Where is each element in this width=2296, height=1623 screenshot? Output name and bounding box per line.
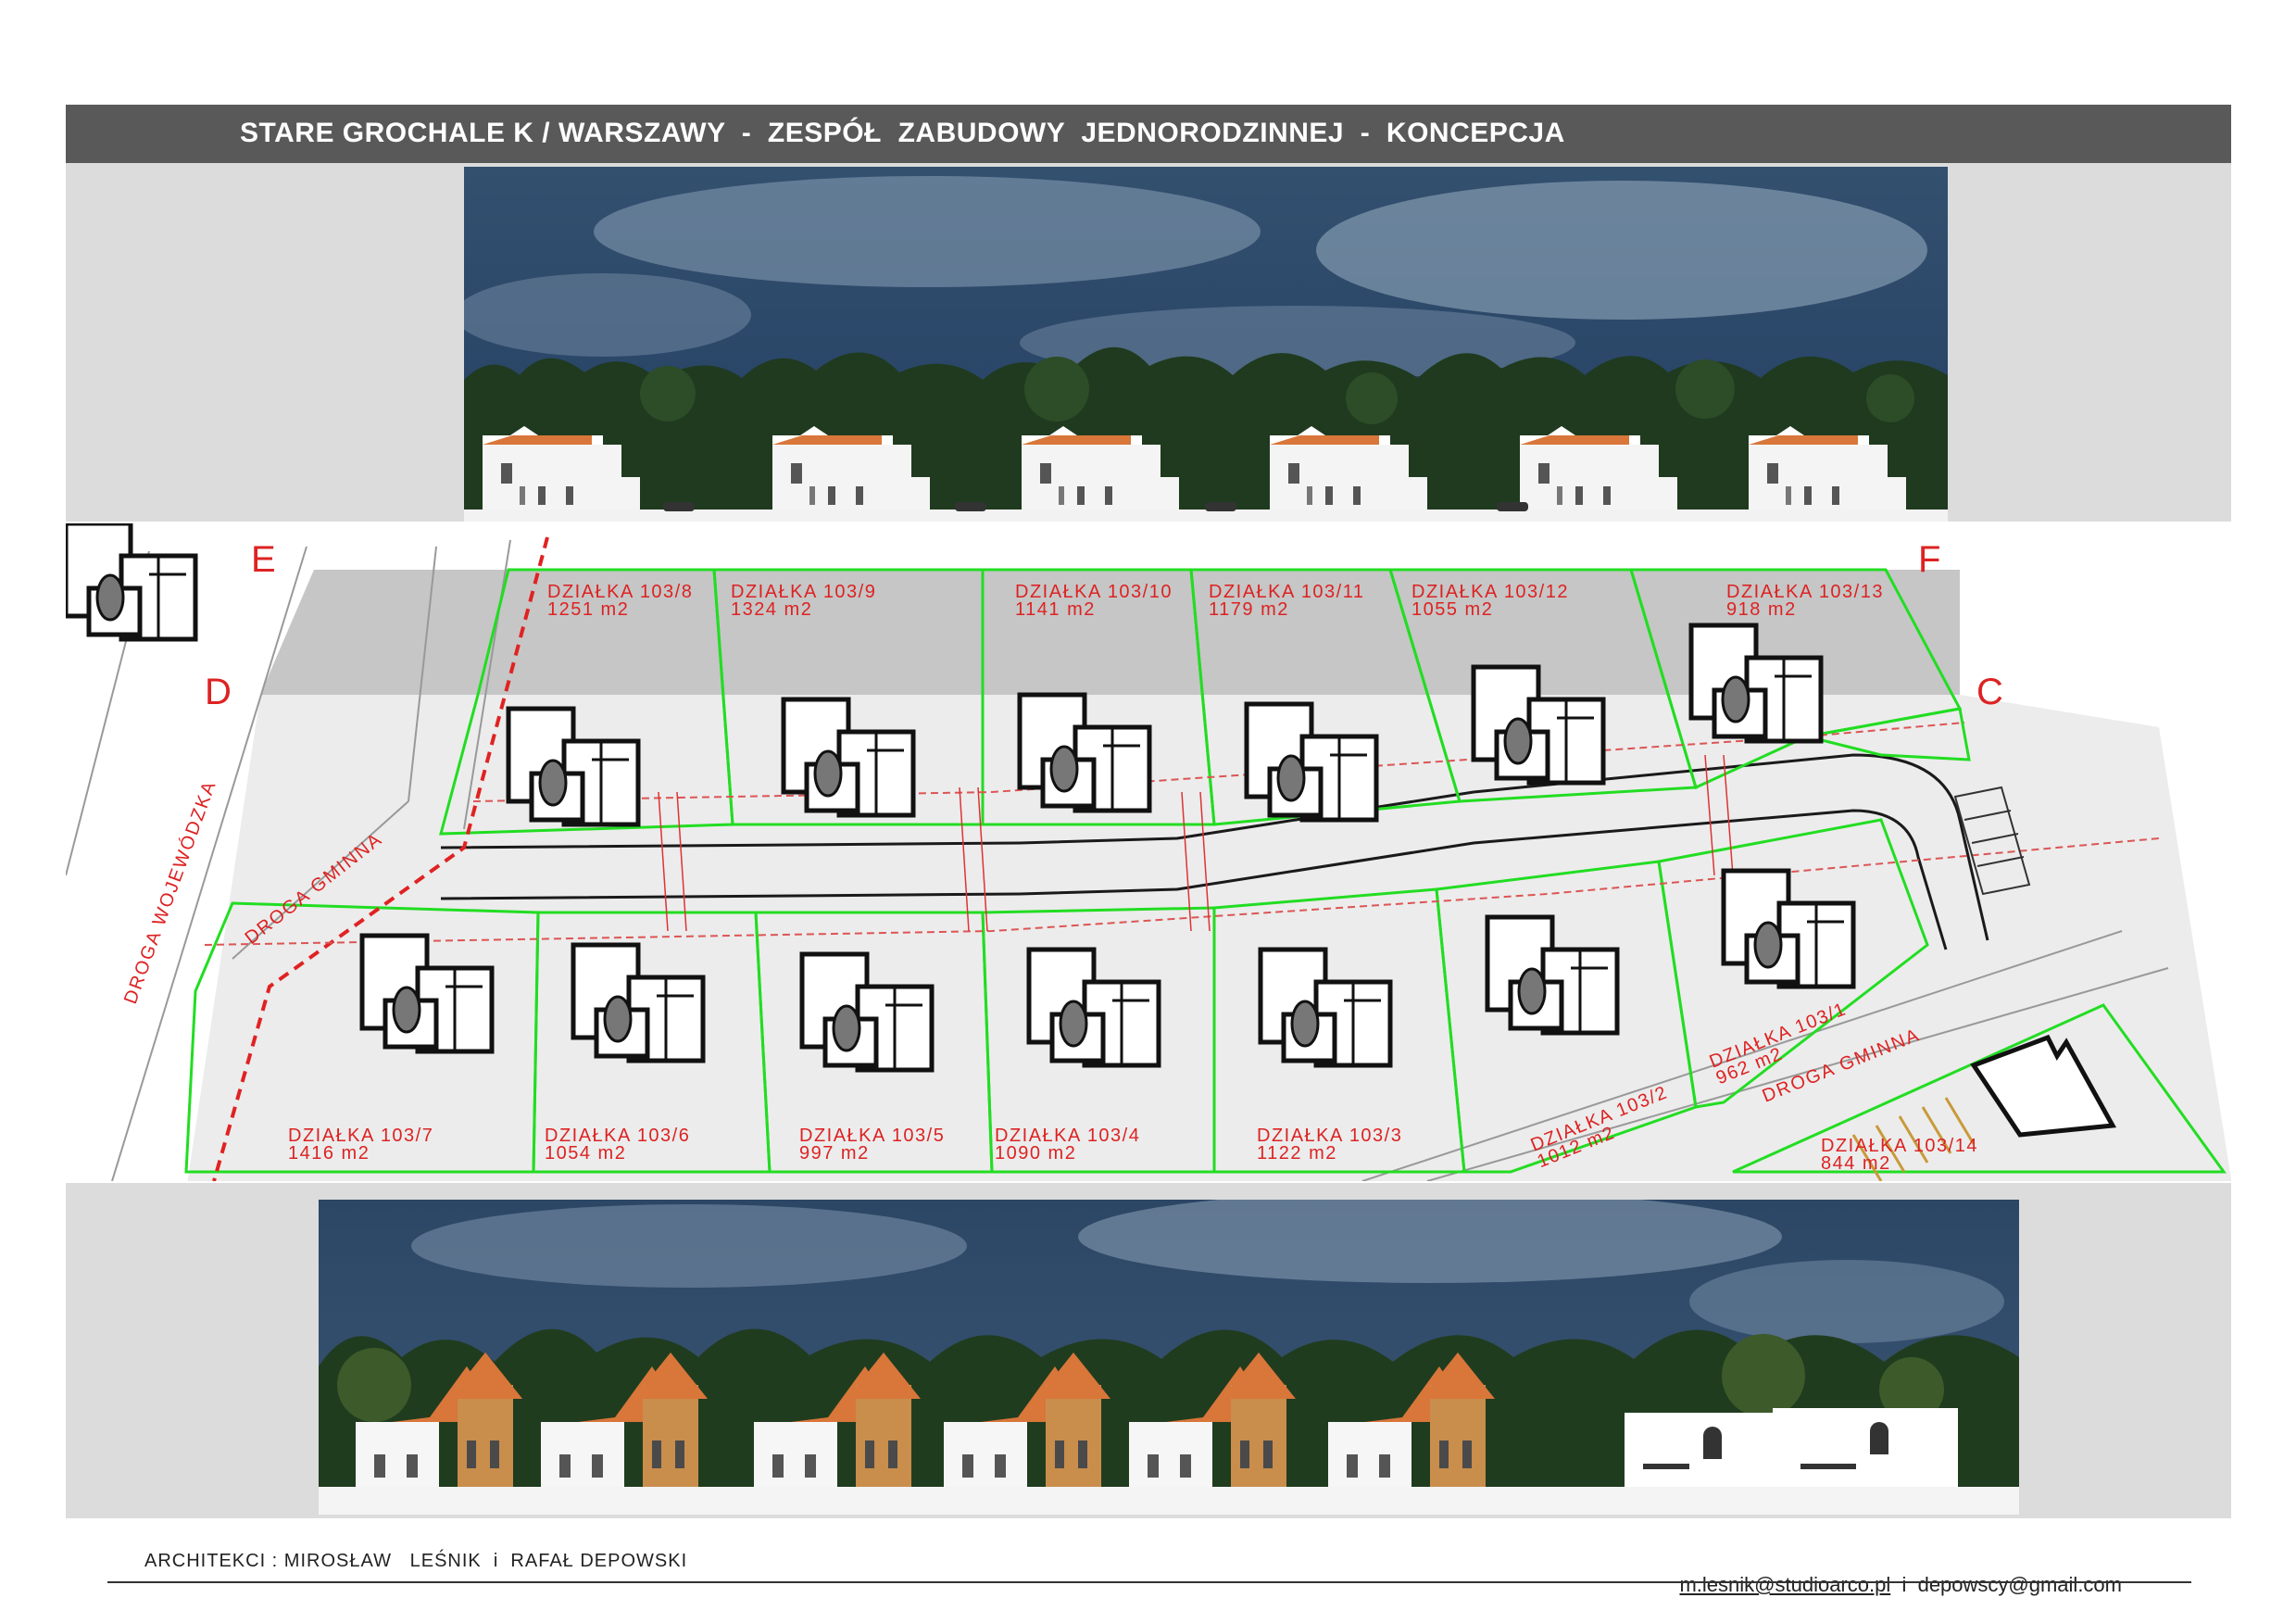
plot-103-3-area: 1122 m2 (1257, 1143, 1337, 1164)
email-depowscy[interactable]: depowscy@gmail.com (1918, 1573, 2122, 1596)
plot-103-13-area: 918 m2 (1726, 599, 1797, 620)
section-marker-e: E (251, 539, 276, 580)
email-separator: i (1890, 1573, 1918, 1596)
elevation-view-top (464, 167, 1948, 522)
page-title: STARE GROCHALE K / WARSZAWY - ZESPÓŁ ZAB… (240, 118, 1565, 148)
footer-divider (107, 1581, 2191, 1583)
section-marker-f: F (1918, 539, 1940, 580)
site-plan: E F D C DROGA WOJEWÓDZKA DROGA GMINNA DR… (63, 521, 2233, 1190)
plot-103-5-area: 997 m2 (799, 1143, 870, 1164)
plot-103-9-area: 1324 m2 (731, 599, 812, 620)
section-marker-c: C (1976, 672, 2003, 712)
contact-emails: m.lesnik@studioarco.pl i depowscy@gmail.… (1668, 1549, 2122, 1597)
plot-103-6-area: 1054 m2 (545, 1143, 626, 1164)
plot-103-8-area: 1251 m2 (547, 599, 629, 620)
elevation-view-bottom (319, 1200, 2019, 1515)
title-bar: STARE GROCHALE K / WARSZAWY - ZESPÓŁ ZAB… (66, 105, 2231, 163)
plot-103-11-area: 1179 m2 (1209, 599, 1289, 620)
section-marker-d: D (205, 672, 232, 712)
plot-103-12-area: 1055 m2 (1411, 599, 1493, 620)
plot-103-4-area: 1090 m2 (995, 1143, 1076, 1164)
plot-103-14-area: 844 m2 (1821, 1153, 1891, 1174)
plot-103-7-area: 1416 m2 (288, 1143, 370, 1164)
plot-103-10-area: 1141 m2 (1015, 599, 1096, 620)
architects-credit: ARCHITEKCI : MIROSŁAW LEŚNIK i RAFAŁ DEP… (144, 1551, 688, 1571)
email-lesnik[interactable]: m.lesnik@studioarco.pl (1679, 1573, 1890, 1596)
